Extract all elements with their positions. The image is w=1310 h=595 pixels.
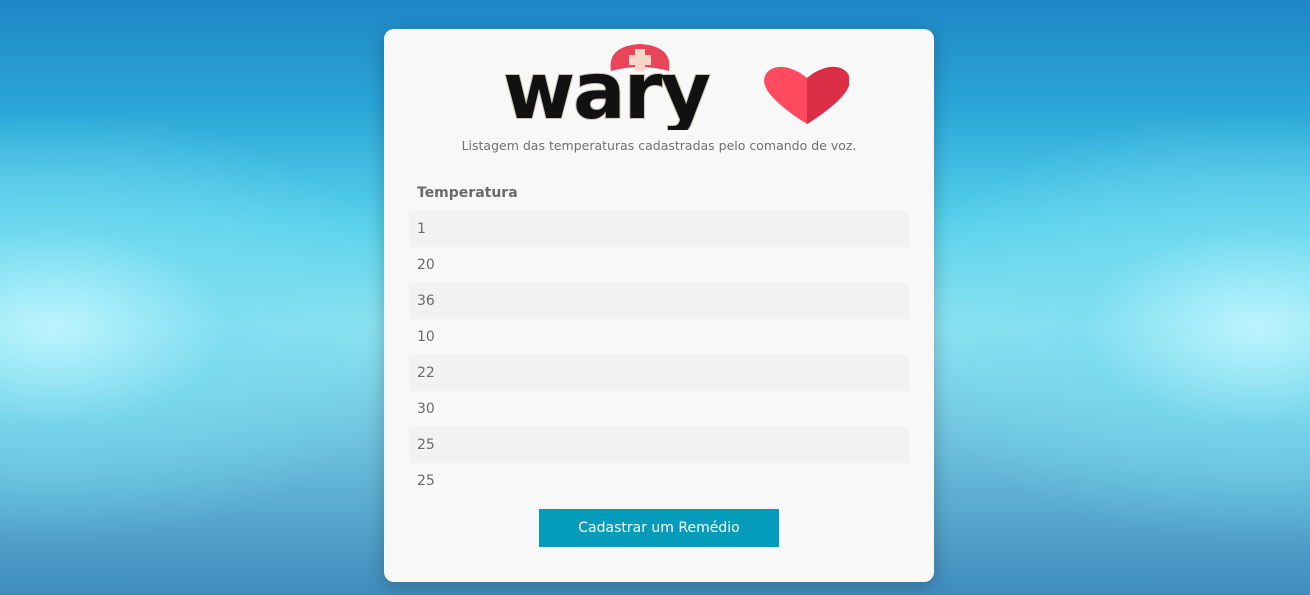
table-row: 30 bbox=[417, 401, 435, 417]
table-row: 25 bbox=[409, 427, 909, 463]
cadastrar-remedio-button[interactable]: Cadastrar um Remédio bbox=[539, 509, 779, 547]
table-row: 36 bbox=[409, 283, 909, 319]
wary-logo: wary bbox=[502, 44, 849, 130]
logo-wordmark: wary bbox=[503, 47, 710, 130]
table-row: 25 bbox=[417, 473, 435, 489]
table-row: 22 bbox=[409, 355, 909, 391]
heart-icon bbox=[764, 66, 849, 124]
temperature-table: Temperatura 1 20 36 10 22 30 25 25 bbox=[409, 176, 909, 499]
page-subtitle: Listagem das temperaturas cadastradas pe… bbox=[461, 138, 857, 153]
table-row: 20 bbox=[417, 257, 435, 273]
table-row: 10 bbox=[417, 329, 435, 345]
main-card: wary Listagem das temperaturas cadastrad… bbox=[384, 29, 934, 582]
table-body: 1 20 36 10 22 30 25 25 bbox=[409, 211, 909, 499]
table-row: 1 bbox=[409, 211, 909, 247]
table-header-temperatura: Temperatura bbox=[417, 185, 518, 201]
